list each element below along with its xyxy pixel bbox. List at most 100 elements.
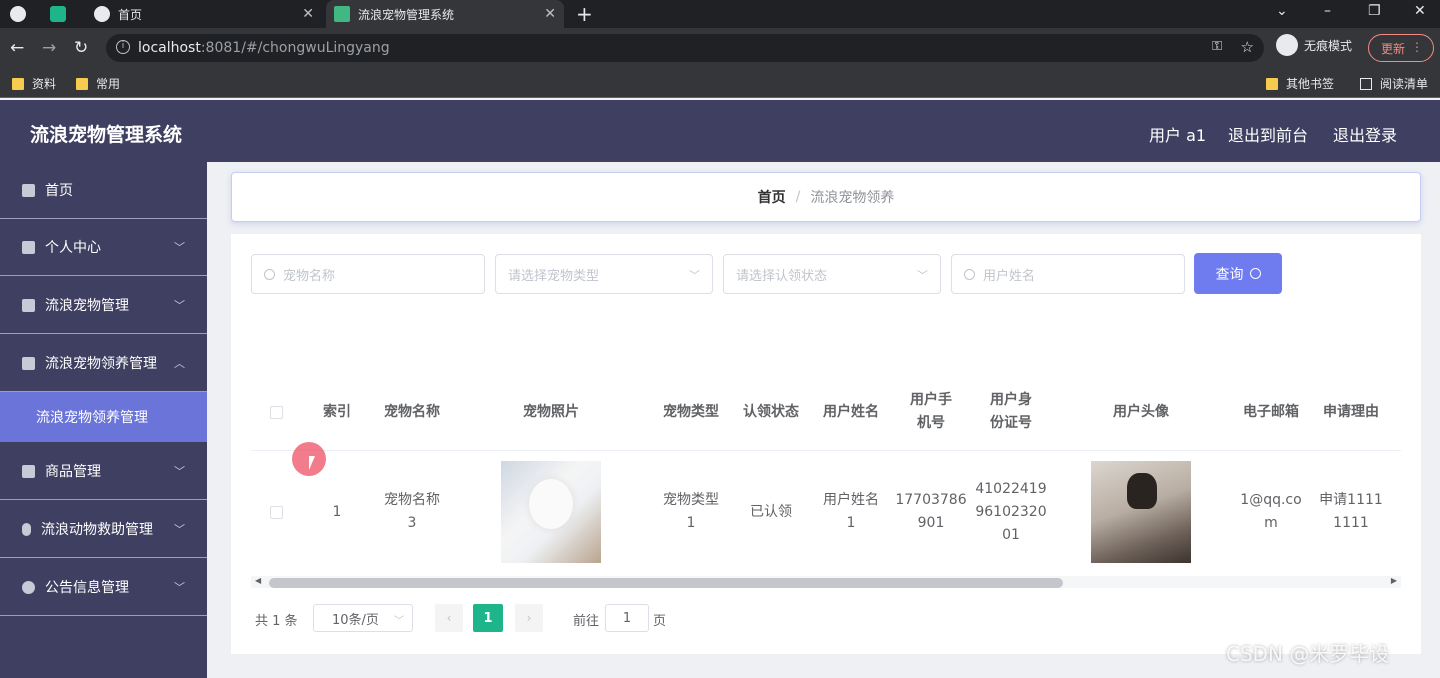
info-icon[interactable]: i	[116, 40, 130, 54]
user-avatar[interactable]	[1091, 461, 1191, 563]
browser-tab-pinned-2[interactable]	[50, 0, 76, 28]
update-button[interactable]: 更新 ⋮	[1368, 34, 1434, 62]
app-icon	[50, 6, 66, 22]
query-button[interactable]: 查询	[1194, 253, 1282, 294]
cell-reason: 申请11111111	[1319, 492, 1383, 531]
column-header: 宠物名称	[384, 403, 440, 420]
folder-icon	[1266, 77, 1278, 90]
star-icon[interactable]: ☆	[1241, 38, 1254, 56]
scrollbar-thumb[interactable]	[269, 578, 1063, 588]
reload-icon[interactable]: ↻	[74, 38, 88, 58]
browser-tab-pinned-1[interactable]	[10, 0, 36, 28]
globe-icon	[94, 6, 110, 22]
pet-name-input[interactable]: 宠物名称	[251, 254, 485, 294]
column-header: 用户头像	[1113, 403, 1169, 420]
cell-avatar	[1051, 450, 1231, 574]
cell-id-card: 410224199610232001	[975, 480, 1047, 543]
url-input[interactable]: i localhost:8081/#/chongwuLingyang ⚿ ☆	[106, 34, 1264, 62]
window-close-icon[interactable]: ✕	[1414, 3, 1426, 19]
breadcrumb-home[interactable]: 首页	[758, 187, 786, 207]
sidebar-item-label: 首页	[45, 183, 73, 199]
tab-label: 首页	[118, 7, 143, 22]
key-icon[interactable]: ⚿	[1212, 39, 1222, 54]
bookmark-folder-1[interactable]: 资料	[12, 75, 56, 92]
goto-label: 前往	[573, 614, 600, 629]
app-header: 流浪宠物管理系统 用户 a1 退出到前台 退出登录	[0, 100, 1440, 162]
scroll-right-icon[interactable]: ▶	[1391, 576, 1397, 585]
reading-list-icon	[1360, 77, 1372, 90]
sidebar-item-label: 个人中心	[45, 240, 101, 256]
user-name-input[interactable]: 用户姓名	[951, 254, 1185, 294]
breadcrumb: 首页 / 流浪宠物领养	[231, 172, 1421, 222]
folder-icon	[12, 77, 24, 90]
incognito-label: 无痕模式	[1304, 38, 1353, 53]
page-number-current[interactable]: 1	[473, 604, 503, 632]
close-icon[interactable]: ✕	[544, 6, 556, 22]
prev-page-button[interactable]: ‹	[435, 604, 463, 632]
page-size-select[interactable]: 10条/页 ﹀	[313, 604, 413, 632]
back-icon[interactable]: ←	[10, 38, 24, 58]
clipboard-icon	[22, 298, 35, 312]
kebab-menu-icon[interactable]: ⋮	[1411, 40, 1423, 54]
sidebar-item-rescue[interactable]: 流浪动物救助管理 ﹀	[0, 501, 207, 558]
minimize-icon[interactable]: –	[1324, 3, 1331, 19]
placeholder: 请选择宠物类型	[508, 268, 600, 284]
bookmarks-bar: 资料 常用 其他书签 阅读清单	[0, 68, 1440, 98]
sidebar-subitem-adoption[interactable]: 流浪宠物领养管理	[0, 392, 207, 442]
sidebar-item-personal-center[interactable]: 个人中心 ﹀	[0, 219, 207, 276]
cell-pet-photo	[451, 450, 651, 574]
pet-type-select[interactable]: 请选择宠物类型 ﹀	[495, 254, 713, 294]
main-content: 首页 / 流浪宠物领养 宠物名称 请选择宠物类型 ﹀ 请选择认领状态 ﹀ 用户姓…	[207, 162, 1440, 678]
reading-list[interactable]: 阅读清单	[1360, 75, 1428, 92]
sidebar-item-label: 公告信息管理	[45, 580, 129, 596]
new-tab-icon[interactable]: +	[576, 2, 593, 26]
sidebar-item-adoption-management[interactable]: 流浪宠物领养管理 ︿	[0, 335, 207, 392]
status-select[interactable]: 请选择认领状态 ﹀	[723, 254, 941, 294]
scroll-left-icon[interactable]: ◀	[255, 576, 261, 585]
bookmark-label: 常用	[96, 77, 121, 91]
cell-email: 1@qq.com	[1240, 492, 1302, 531]
chevron-down-icon: ﹀	[174, 581, 185, 594]
sidebar-item-label: 商品管理	[45, 464, 101, 480]
incognito-indicator[interactable]: 无痕模式	[1276, 34, 1352, 56]
browser-tab-active[interactable]: 流浪宠物管理系统 ✕	[326, 0, 564, 28]
placeholder: 请选择认领状态	[736, 268, 828, 284]
chevron-down-icon: ﹀	[394, 616, 404, 627]
placeholder: 用户姓名	[983, 268, 1036, 284]
close-icon[interactable]: ✕	[302, 6, 314, 22]
bookmark-folder-2[interactable]: 常用	[76, 75, 120, 92]
total-count: 共 1 条	[255, 614, 298, 629]
cell-pet-type: 宠物类型1	[663, 492, 719, 531]
goto-page-input[interactable]: 1	[605, 604, 649, 632]
sidebar-item-home[interactable]: 首页	[0, 162, 207, 219]
user-name: 用户 a1	[1149, 126, 1207, 145]
url-path: :8081/#/chongwuLingyang	[200, 40, 390, 56]
other-bookmarks[interactable]: 其他书签	[1266, 75, 1334, 92]
sidebar-item-pet-management[interactable]: 流浪宠物管理 ﹀	[0, 277, 207, 334]
column-header: 宠物类型	[663, 403, 719, 420]
maximize-icon[interactable]: ❐	[1368, 3, 1381, 19]
search-icon	[264, 268, 275, 280]
pet-photo[interactable]	[501, 461, 601, 563]
next-page-button[interactable]: ›	[515, 604, 543, 632]
browser-tab-home[interactable]: 首页 ✕	[86, 0, 322, 28]
back-to-front-link[interactable]: 退出到前台	[1228, 122, 1308, 146]
chevron-down-icon: ﹀	[174, 523, 185, 536]
sidebar-item-goods[interactable]: 商品管理 ﹀	[0, 443, 207, 500]
bookmark-label: 其他书签	[1286, 77, 1335, 91]
breadcrumb-current: 流浪宠物领养	[810, 190, 895, 206]
forward-icon[interactable]: →	[42, 38, 56, 58]
column-header: 申请理由	[1323, 403, 1379, 420]
select-all-checkbox[interactable]	[269, 405, 283, 419]
horizontal-scrollbar[interactable]: ◀ ▶	[251, 576, 1401, 588]
sidebar-item-notice[interactable]: 公告信息管理 ﹀	[0, 559, 207, 616]
home-icon	[22, 183, 35, 197]
data-table: 索引 宠物名称 宠物照片 宠物类型 认领状态 用户姓名 用户手机号 用户身份证号…	[251, 374, 1401, 588]
row-checkbox-cell	[251, 450, 301, 574]
row-checkbox[interactable]	[269, 505, 283, 519]
globe-icon	[10, 6, 26, 22]
tab-search-icon[interactable]: ⌄	[1276, 3, 1288, 19]
microphone-icon	[22, 522, 31, 536]
goods-icon	[22, 464, 35, 478]
logout-link[interactable]: 退出登录	[1333, 122, 1397, 146]
